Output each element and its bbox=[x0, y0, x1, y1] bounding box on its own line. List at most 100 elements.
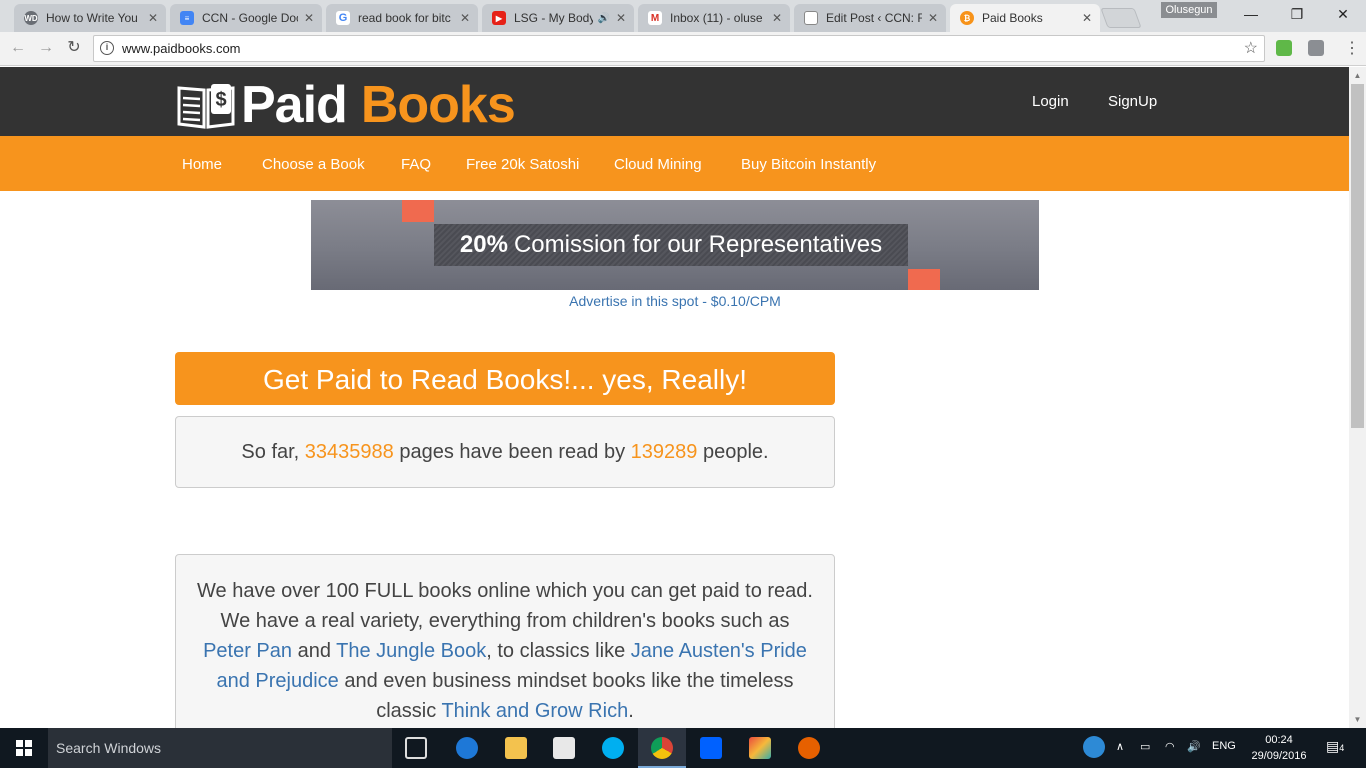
profile-button[interactable]: Olusegun bbox=[1161, 2, 1217, 18]
search-placeholder: Search Windows bbox=[56, 740, 162, 756]
edge-icon[interactable] bbox=[456, 737, 478, 759]
close-icon[interactable]: ✕ bbox=[148, 11, 158, 25]
notification-count: 4 bbox=[1339, 743, 1345, 753]
browser-tab[interactable]: M Inbox (11) - oluse ✕ bbox=[638, 4, 790, 32]
book-link-peter-pan[interactable]: Peter Pan bbox=[203, 640, 292, 662]
advertise-link[interactable]: Advertise in this spot - $0.10/CPM bbox=[311, 293, 1039, 309]
battery-icon[interactable]: ▭ bbox=[1140, 740, 1150, 753]
nav-buy-bitcoin[interactable]: Buy Bitcoin Instantly bbox=[741, 156, 876, 173]
login-link[interactable]: Login bbox=[1032, 93, 1069, 110]
nav-home[interactable]: Home bbox=[182, 156, 222, 173]
tab-title: How to Write You bbox=[46, 11, 138, 25]
tab-title: Paid Books bbox=[982, 11, 1043, 25]
minimize-icon[interactable]: — bbox=[1228, 0, 1274, 30]
reload-icon[interactable]: ↻ bbox=[64, 38, 84, 58]
back-arrow-icon[interactable]: ← bbox=[8, 38, 28, 58]
logo-word-books: Books bbox=[360, 76, 516, 134]
intro-panel: We have over 100 FULL books online which… bbox=[175, 554, 835, 728]
stats-panel: So far, 33435988 pages have been read by… bbox=[175, 416, 835, 488]
close-icon[interactable]: ✕ bbox=[772, 11, 782, 25]
taskbar-search[interactable]: Search Windows bbox=[48, 728, 392, 768]
close-icon[interactable]: ✕ bbox=[1082, 11, 1092, 25]
store-icon[interactable] bbox=[553, 737, 575, 759]
chevron-up-icon[interactable]: ∧ bbox=[1116, 740, 1124, 753]
intro-text: We have over 100 FULL books online which… bbox=[197, 580, 813, 632]
notifications-icon[interactable]: ▤4 bbox=[1326, 738, 1344, 755]
scrollbar-thumb[interactable] bbox=[1351, 84, 1364, 428]
chrome-taskbar-button[interactable] bbox=[638, 728, 686, 768]
gmail-icon: M bbox=[648, 11, 662, 25]
system-clock[interactable]: 00:24 29/09/2016 bbox=[1246, 732, 1312, 764]
extension-icon[interactable] bbox=[1276, 40, 1292, 56]
dropbox-icon[interactable] bbox=[700, 737, 722, 759]
firefox-icon[interactable] bbox=[798, 737, 820, 759]
site-logo[interactable]: $ Paid Books bbox=[175, 75, 516, 135]
extension-icon[interactable] bbox=[1308, 40, 1324, 56]
banner-percent: 20% bbox=[459, 231, 508, 258]
wd-icon: WD bbox=[24, 11, 38, 25]
nav-faq[interactable]: FAQ bbox=[401, 156, 431, 173]
banner-text: Comission for our Representatives bbox=[513, 231, 883, 258]
page-icon bbox=[804, 11, 818, 25]
browser-tab[interactable]: G read book for bitc ✕ bbox=[326, 4, 478, 32]
decorative-square bbox=[402, 200, 434, 222]
wifi-icon[interactable]: ◠ bbox=[1165, 740, 1175, 753]
start-button[interactable] bbox=[0, 728, 48, 768]
tab-title: Edit Post ‹ CCN: F bbox=[826, 11, 922, 25]
windows-taskbar: Search Windows ∧ ▭ ◠ 🔊 ENG 00:24 29/09/2… bbox=[0, 728, 1366, 768]
youtube-icon: ▶ bbox=[492, 11, 506, 25]
speaker-icon: 🔊 bbox=[597, 12, 610, 24]
web-page: $ Paid Books Login SignUp Home Choose a … bbox=[0, 67, 1349, 728]
browser-tab[interactable]: Edit Post ‹ CCN: F ✕ bbox=[794, 4, 946, 32]
intro-text: and bbox=[297, 640, 331, 662]
scroll-up-icon[interactable]: ▲ bbox=[1349, 67, 1366, 84]
volume-icon[interactable]: 🔊 bbox=[1187, 740, 1201, 753]
scroll-down-icon[interactable]: ▼ bbox=[1349, 711, 1366, 728]
book-link-think-and-grow-rich[interactable]: Think and Grow Rich bbox=[441, 700, 628, 722]
tab-title: LSG - My Body bbox=[514, 11, 594, 25]
page-scrollbar[interactable]: ▲ ▼ bbox=[1349, 67, 1366, 728]
windows-logo-icon bbox=[16, 740, 32, 756]
bookmark-star-icon[interactable]: ☆ bbox=[1244, 38, 1258, 58]
intro-text: . bbox=[628, 700, 634, 722]
browser-tab-active[interactable]: ₿ Paid Books ✕ bbox=[950, 4, 1100, 32]
language-indicator[interactable]: ENG bbox=[1212, 740, 1236, 752]
browser-tab[interactable]: ≡ CCN - Google Doc ✕ bbox=[170, 4, 322, 32]
task-view-icon[interactable] bbox=[405, 737, 427, 759]
stats-middle: pages have been read by bbox=[399, 441, 626, 463]
hero-title: Get Paid to Read Books!... yes, Really! bbox=[175, 352, 835, 405]
tray-app-icon[interactable] bbox=[1083, 736, 1105, 758]
url-text[interactable]: www.paidbooks.com bbox=[122, 41, 241, 56]
svg-text:$: $ bbox=[215, 89, 226, 111]
tab-title: read book for bitc bbox=[358, 11, 451, 25]
browser-tab[interactable]: ▶ LSG - My Body 🔊 ✕ bbox=[482, 4, 634, 32]
file-explorer-icon[interactable] bbox=[505, 737, 527, 759]
pages-read-count: 33435988 bbox=[304, 441, 394, 463]
nav-choose-a-book[interactable]: Choose a Book bbox=[262, 156, 365, 173]
new-tab-button[interactable] bbox=[1100, 8, 1142, 28]
book-link-jungle-book[interactable]: The Jungle Book bbox=[336, 640, 486, 662]
browser-toolbar: ← → ↻ i www.paidbooks.com ☆ ⋮ bbox=[0, 32, 1366, 66]
site-header: $ Paid Books Login SignUp bbox=[0, 67, 1349, 136]
close-icon[interactable]: ✕ bbox=[304, 11, 314, 25]
kebab-menu-icon[interactable]: ⋮ bbox=[1342, 38, 1362, 60]
forward-arrow-icon[interactable]: → bbox=[36, 38, 56, 58]
nav-cloud-mining[interactable]: Cloud Mining bbox=[614, 156, 702, 173]
app-icon[interactable] bbox=[749, 737, 771, 759]
window-close-icon[interactable]: ✕ bbox=[1320, 0, 1366, 30]
tab-title: CCN - Google Doc bbox=[202, 11, 298, 25]
google-docs-icon: ≡ bbox=[180, 11, 194, 25]
info-icon[interactable]: i bbox=[100, 41, 114, 55]
skype-icon[interactable] bbox=[602, 737, 624, 759]
restore-icon[interactable]: ❐ bbox=[1274, 0, 1320, 30]
ad-banner[interactable]: 20% Comission for our Representatives bbox=[311, 200, 1039, 290]
google-icon: G bbox=[336, 11, 350, 25]
close-icon[interactable]: ✕ bbox=[460, 11, 470, 25]
close-icon[interactable]: ✕ bbox=[928, 11, 938, 25]
signup-link[interactable]: SignUp bbox=[1108, 93, 1157, 110]
close-icon[interactable]: ✕ bbox=[616, 11, 626, 25]
browser-tab[interactable]: WD How to Write You ✕ bbox=[14, 4, 166, 32]
address-bar[interactable]: i www.paidbooks.com ☆ bbox=[93, 35, 1265, 62]
stats-suffix: people. bbox=[702, 441, 769, 463]
nav-free-satoshi[interactable]: Free 20k Satoshi bbox=[466, 156, 579, 173]
